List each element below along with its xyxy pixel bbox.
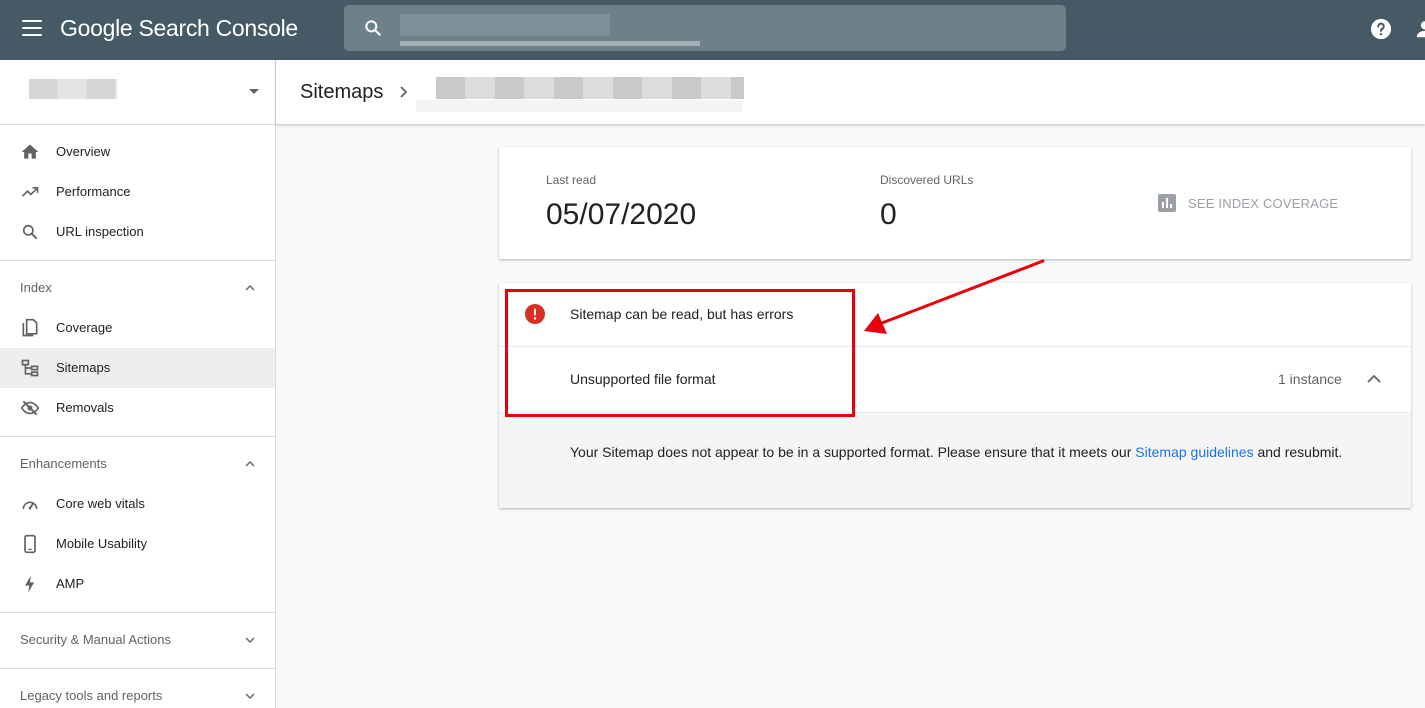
bolt-icon (25, 575, 35, 593)
sidebar-divider (0, 668, 275, 669)
search-icon (22, 224, 38, 240)
error-description-suffix: and resubmit. (1253, 444, 1343, 460)
sidebar-item-sitemaps[interactable]: Sitemaps (0, 348, 275, 388)
menu-icon[interactable] (22, 20, 42, 36)
sidebar-item-label: Performance (56, 184, 131, 199)
sidebar-item-coverage[interactable]: Coverage (0, 308, 275, 348)
redacted-breadcrumb-shadow (416, 100, 742, 112)
sidebar-item-label: Coverage (56, 320, 113, 335)
sitemap-summary-card: Last read 05/07/2020 Discovered URLs 0 S… (499, 147, 1411, 259)
app-title[interactable]: Google Search Console (60, 15, 298, 42)
help-icon[interactable] (1370, 18, 1392, 40)
sitemap-status-row: Sitemap can be read, but has errors (499, 283, 1411, 347)
sidebar-item-performance[interactable]: Performance (0, 172, 275, 212)
sitemap-guidelines-link[interactable]: Sitemap guidelines (1135, 444, 1253, 460)
search-input[interactable] (344, 5, 1066, 51)
chevron-up-icon[interactable] (1365, 370, 1383, 388)
redacted-property-name (29, 79, 117, 99)
sitemap-icon (21, 359, 39, 377)
chevron-down-icon (245, 637, 255, 643)
sidebar-item-core-web-vitals[interactable]: Core web vitals (0, 484, 275, 524)
redacted-search-underline (400, 41, 700, 46)
sidebar-item-label: Core web vitals (56, 496, 145, 511)
sitemap-errors-card: Sitemap can be read, but has errors Unsu… (499, 283, 1411, 508)
section-label: Enhancements (20, 456, 107, 471)
error-type-label: Unsupported file format (570, 371, 716, 387)
sidebar-divider (0, 260, 275, 261)
instance-count: 1 instance (1278, 371, 1342, 387)
chevron-up-icon (245, 285, 255, 291)
error-icon (525, 304, 545, 324)
search-icon (365, 20, 381, 36)
smartphone-icon (24, 534, 36, 554)
account-icon[interactable] (1414, 18, 1425, 40)
copy-icon (22, 318, 38, 337)
sidebar-item-mobile-usability[interactable]: Mobile Usability (0, 524, 275, 564)
sidebar-item-url-inspection[interactable]: URL inspection (0, 212, 275, 252)
sidebar-item-label: Sitemaps (56, 360, 111, 375)
sidebar-item-removals[interactable]: Removals (0, 388, 275, 428)
sidebar-section-legacy-tools[interactable]: Legacy tools and reports (0, 676, 275, 708)
last-read-value: 05/07/2020 (546, 198, 697, 231)
see-index-coverage-label: SEE INDEX COVERAGE (1188, 196, 1339, 211)
sidebar-item-label: Overview (56, 144, 111, 159)
home-icon (21, 144, 39, 159)
section-label: Security & Manual Actions (20, 632, 172, 647)
property-selector[interactable] (0, 60, 275, 125)
sidebar-section-security[interactable]: Security & Manual Actions (0, 620, 275, 660)
chevron-down-icon (245, 693, 255, 699)
sidebar-item-label: Removals (56, 400, 114, 415)
sidebar-item-label: AMP (56, 576, 85, 591)
section-label: Legacy tools and reports (20, 688, 163, 703)
sidebar-section-enhancements[interactable]: Enhancements (0, 444, 275, 484)
sidebar-item-amp[interactable]: AMP (0, 564, 275, 604)
discovered-urls-label: Discovered URLs (880, 173, 974, 187)
redacted-search-text (400, 14, 610, 36)
sidebar-item-overview[interactable]: Overview (0, 132, 275, 172)
sidebar-divider (0, 612, 275, 613)
sitemap-status-text: Sitemap can be read, but has errors (570, 306, 794, 322)
error-description: Your Sitemap does not appear to be in a … (570, 440, 1360, 464)
chevron-right-icon (400, 86, 408, 98)
sidebar-divider (0, 436, 275, 437)
last-read-label: Last read (546, 173, 597, 187)
error-type-row[interactable]: Unsupported file format 1 instance (499, 347, 1411, 412)
top-app-bar: Google Search Console (0, 0, 1425, 60)
error-description-text: Your Sitemap does not appear to be in a … (570, 444, 1136, 460)
dropdown-arrow-icon (249, 89, 259, 94)
sidebar-item-label: Mobile Usability (56, 536, 148, 551)
discovered-urls-value: 0 (880, 198, 897, 231)
chevron-up-icon (245, 461, 255, 467)
sidebar: Overview Performance URL inspection Inde… (0, 60, 276, 708)
section-label: Index (20, 280, 52, 295)
sidebar-section-index[interactable]: Index (0, 268, 275, 308)
sidebar-item-label: URL inspection (56, 224, 144, 239)
redacted-sitemap-url (436, 77, 744, 99)
trending-up-icon (21, 187, 39, 197)
visibility-off-icon (20, 400, 40, 416)
breadcrumb-sitemaps[interactable]: Sitemaps (300, 81, 383, 104)
bar-chart-icon (1158, 194, 1176, 212)
speed-gauge-icon (22, 501, 38, 510)
page-header: Sitemaps (276, 60, 1425, 124)
error-detail-panel: Your Sitemap does not appear to be in a … (499, 412, 1411, 508)
